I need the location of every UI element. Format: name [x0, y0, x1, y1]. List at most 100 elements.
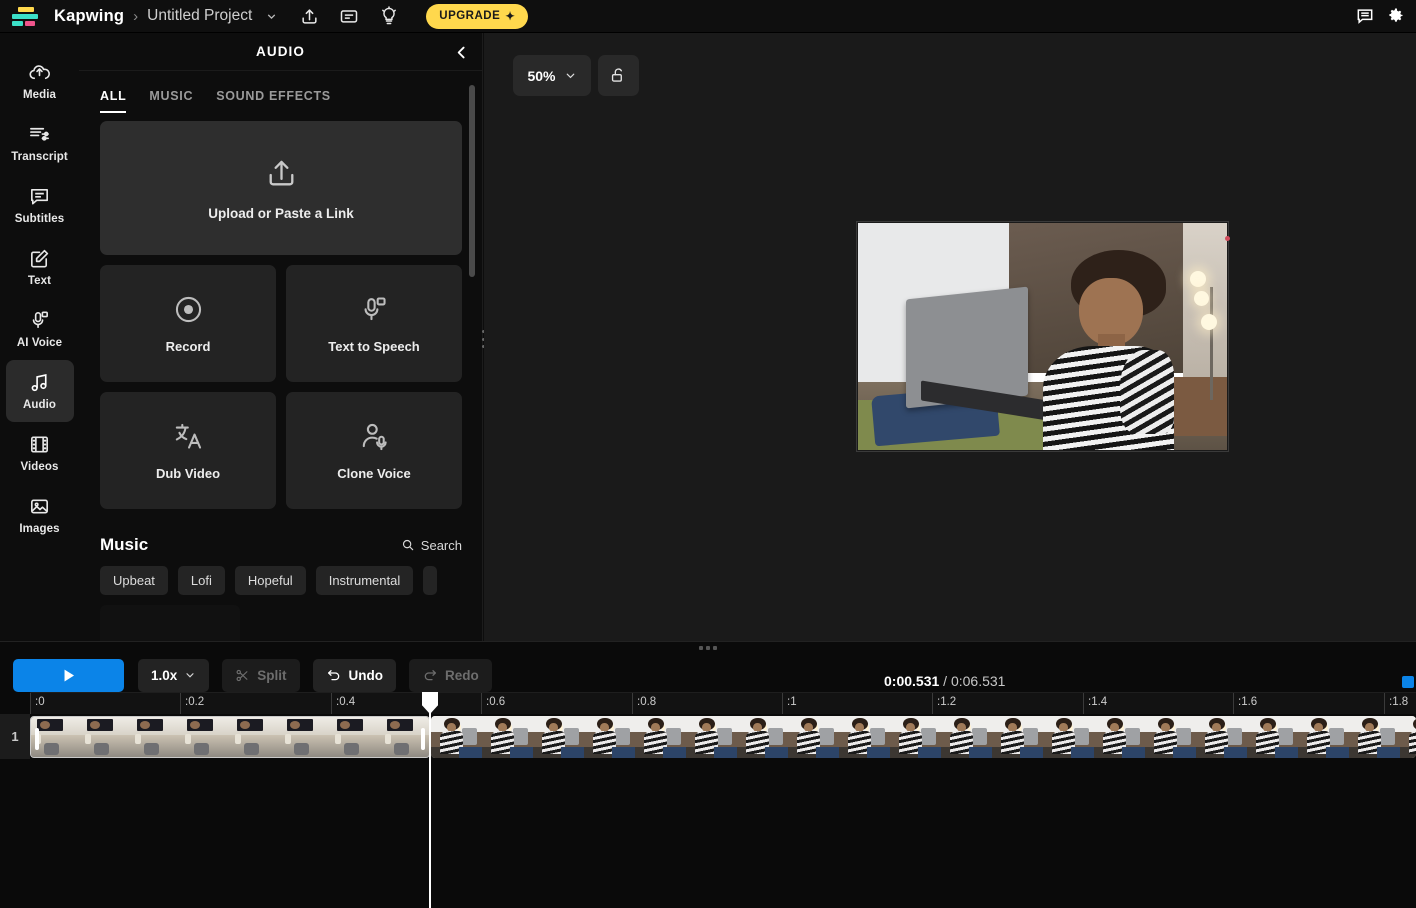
panel-title: AUDIO	[256, 44, 305, 59]
sidebar-item-text[interactable]: Text	[6, 236, 74, 298]
gear-icon[interactable]	[1380, 1, 1410, 31]
ruler-tick-1-4: :1.4	[1083, 693, 1107, 715]
sidebar-label-audio: Audio	[22, 399, 57, 411]
subtitles-icon	[31, 188, 48, 205]
music-search-button[interactable]: Search	[401, 538, 462, 553]
timeline-toolbar: 1.0x Split Undo Redo 0:00.531 / 0:06.531	[0, 653, 1416, 697]
zoom-level-value: 50%	[527, 67, 556, 84]
playback-speed-value: 1.0x	[151, 667, 178, 683]
chip-hopeful[interactable]: Hopeful	[234, 566, 306, 595]
record-label: Record	[165, 339, 211, 354]
ruler-tick-1: :1	[782, 693, 797, 715]
split-button[interactable]: Split	[222, 658, 300, 692]
brand-name[interactable]: Kapwing	[54, 7, 124, 26]
clip-trim-handle-right[interactable]	[421, 728, 425, 750]
sidebar-item-transcript[interactable]: Transcript	[6, 112, 74, 174]
timeline-clip-2[interactable]	[431, 716, 1416, 758]
timeline: 1.0x Split Undo Redo 0:00.531 / 0:06.531…	[0, 641, 1416, 908]
total-time: 0:06.531	[950, 673, 1006, 689]
timeline-resize-grip[interactable]	[0, 641, 1416, 653]
music-tag-chips: Upbeat Lofi Hopeful Instrumental	[100, 566, 462, 595]
person-mic-icon	[362, 423, 387, 451]
caption-icon[interactable]	[334, 1, 364, 31]
sidebar-item-videos[interactable]: Videos	[6, 422, 74, 484]
redo-label: Redo	[445, 667, 479, 683]
time-readout: 0:00.531 / 0:06.531	[884, 673, 1005, 689]
upload-dropzone[interactable]: Upload or Paste a Link	[100, 121, 462, 255]
kapwing-editor: Kapwing › Untitled Project UPGRADE ✦ Med…	[0, 0, 1416, 908]
ruler-tick-1-6: :1.6	[1233, 693, 1257, 715]
music-search-label: Search	[420, 537, 462, 553]
scissors-icon	[236, 669, 248, 681]
translate-icon	[175, 423, 201, 449]
share-upload-icon[interactable]	[294, 1, 324, 31]
text-edit-icon	[31, 249, 49, 268]
ruler-tick-1-2: :1.2	[932, 693, 956, 715]
chevron-left-icon[interactable]	[449, 40, 473, 64]
chevron-down-icon[interactable]	[258, 3, 284, 29]
sidebar-item-ai-voice[interactable]: AI Voice	[6, 298, 74, 360]
dub-video-button[interactable]: Dub Video	[100, 392, 276, 509]
timeline-zoom-control[interactable]	[1402, 676, 1414, 688]
timeline-ruler[interactable]: :0 :0.2 :0.4 :0.6 :0.8 :1 :1.2 :1.4 :1.6…	[0, 692, 1416, 715]
sidebar-item-images[interactable]: Images	[6, 484, 74, 546]
audio-panel: AUDIO ALL MUSIC SOUND EFFECTS Upload or …	[79, 33, 483, 641]
image-icon	[31, 499, 48, 514]
undo-button[interactable]: Undo	[312, 658, 397, 692]
upgrade-button[interactable]: UPGRADE ✦	[426, 3, 529, 29]
sidebar-label-media: Media	[22, 89, 57, 101]
ruler-tick-1-8: :1.8	[1384, 693, 1408, 715]
play-icon	[64, 669, 75, 681]
clip-trim-handle-left[interactable]	[35, 728, 39, 750]
play-button[interactable]	[13, 658, 124, 692]
music-note-icon	[31, 374, 47, 392]
upload-label: Upload or Paste a Link	[208, 206, 354, 221]
video-still-artwork	[858, 223, 1227, 450]
track-number-label: 1	[0, 714, 30, 759]
audio-action-grid: Record Text to Speech Dub Video Clone Vo…	[100, 265, 462, 509]
search-icon	[402, 539, 414, 551]
chip-lofi[interactable]: Lofi	[177, 566, 225, 595]
clip-thumbnail-strip	[31, 717, 429, 757]
record-circle-icon	[175, 296, 201, 323]
timeline-clip-1[interactable]	[30, 716, 430, 758]
zoom-level-dropdown[interactable]: 50%	[513, 55, 591, 96]
sidebar-item-subtitles[interactable]: Subtitles	[6, 174, 74, 236]
lightbulb-icon[interactable]	[374, 1, 404, 31]
canvas-lock-button[interactable]	[598, 55, 639, 96]
unlock-icon	[611, 68, 623, 82]
chip-instrumental[interactable]: Instrumental	[315, 566, 414, 595]
sparkle-icon: ✦	[505, 11, 516, 23]
timeline-playhead[interactable]	[422, 692, 438, 908]
text-to-speech-label: Text to Speech	[328, 339, 420, 354]
chip-overflow[interactable]	[423, 566, 438, 595]
playback-speed-dropdown[interactable]: 1.0x	[138, 658, 210, 692]
sidebar-item-media[interactable]: Media	[6, 50, 74, 112]
clone-voice-label: Clone Voice	[337, 466, 411, 481]
split-label: Split	[257, 667, 287, 683]
upload-icon	[269, 160, 293, 186]
record-button[interactable]: Record	[100, 265, 276, 382]
project-name[interactable]: Untitled Project	[147, 7, 252, 25]
cloud-upload-icon	[29, 65, 51, 80]
redo-button[interactable]: Redo	[409, 658, 492, 692]
panel-scrollbar[interactable]	[469, 85, 475, 277]
music-heading: Music	[100, 535, 149, 554]
sidebar-label-images: Images	[19, 523, 60, 535]
ruler-tick-0-2: :0.2	[180, 693, 204, 715]
sidebar-label-transcript: Transcript	[11, 151, 68, 163]
upgrade-label: UPGRADE	[439, 10, 501, 22]
kapwing-logo[interactable]	[12, 5, 44, 27]
text-to-speech-button[interactable]: Text to Speech	[286, 265, 462, 382]
timeline-tracks: 1	[0, 714, 1416, 908]
sidebar-item-audio[interactable]: Audio	[5, 360, 74, 422]
top-bar: Kapwing › Untitled Project UPGRADE ✦	[0, 0, 1416, 33]
comment-icon[interactable]	[1350, 1, 1380, 31]
clip-thumbnail-strip	[431, 716, 1416, 758]
music-track-card-partial[interactable]	[100, 605, 240, 641]
redo-arrow-icon	[424, 670, 436, 681]
chip-upbeat[interactable]: Upbeat	[100, 566, 168, 595]
video-preview-frame[interactable]	[858, 223, 1227, 450]
current-time: 0:00.531	[884, 673, 940, 689]
clone-voice-button[interactable]: Clone Voice	[286, 392, 462, 509]
